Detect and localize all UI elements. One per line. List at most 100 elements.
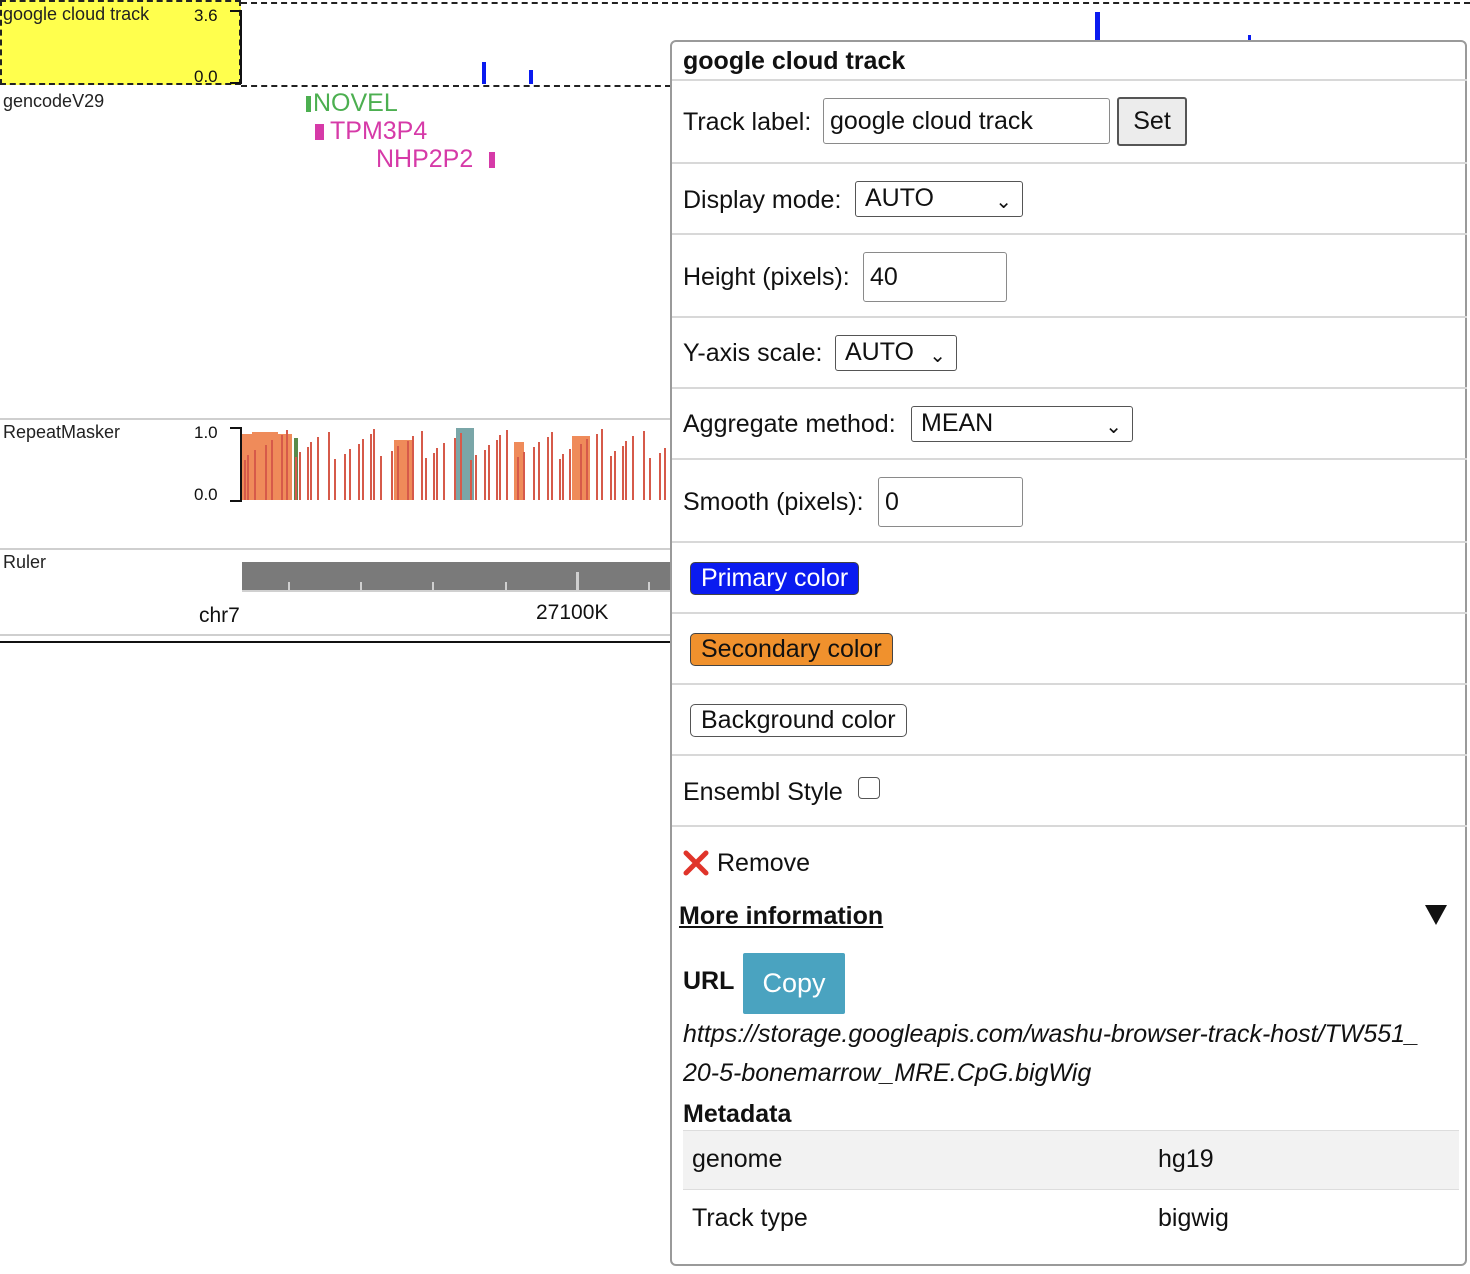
track-label-input[interactable]: google cloud track (823, 98, 1110, 144)
repeat-line (659, 453, 661, 500)
repeat-line (551, 432, 553, 500)
repeat-line (425, 458, 427, 500)
gene-tpm3p4-mark (315, 124, 324, 140)
secondary-color-button[interactable]: Secondary color (690, 633, 893, 666)
aggregate-select[interactable]: MEAN ⌄ (911, 406, 1133, 442)
repeat-line (484, 450, 486, 500)
y-axis-scale-select[interactable]: AUTO ⌄ (835, 335, 957, 371)
repeat-line (328, 432, 330, 500)
repeat-line (317, 437, 319, 500)
gene-nhp2p2[interactable]: NHP2P2 (376, 145, 473, 174)
smooth-input[interactable]: 0 (878, 477, 1023, 527)
smooth-label: Smooth (pixels): (683, 488, 864, 516)
repeat-line (310, 442, 312, 500)
more-information-toggle[interactable]: More information (679, 902, 883, 931)
repeat-line (344, 454, 346, 500)
repeatmasker-track-label: RepeatMasker (3, 422, 121, 442)
selection-border-bottom (241, 85, 671, 87)
height-label: Height (pixels): (683, 263, 850, 291)
repeat-line (475, 455, 477, 500)
gc-axis-line (240, 10, 242, 84)
repeat-line (601, 429, 603, 500)
background-color-button[interactable]: Background color (690, 704, 907, 737)
aggregate-value: MEAN (921, 409, 994, 437)
track-separator (0, 418, 670, 420)
repeat-line (295, 457, 297, 500)
url-text-line2: 20-5-bonemarrow_MRE.CpG.bigWig (683, 1059, 1092, 1087)
repeat-line (271, 440, 273, 500)
repeat-line (454, 438, 456, 500)
gene-novel-mark (306, 96, 311, 112)
rm-axis-min: 0.0 (194, 485, 218, 504)
ensembl-style-label: Ensembl Style (683, 778, 843, 806)
repeat-line (614, 451, 616, 500)
display-mode-value: AUTO (865, 184, 934, 212)
remove-label: Remove (717, 849, 811, 877)
gc-axis-tick-bottom (230, 82, 240, 84)
repeat-line (244, 460, 246, 500)
signal-bar (529, 70, 533, 84)
display-mode-label: Display mode: (683, 186, 842, 214)
set-button[interactable]: Set (1117, 97, 1187, 146)
track-config-panel: google cloud track Track label: google c… (670, 40, 1467, 1266)
repeat-line (362, 439, 364, 500)
repeat-line (569, 449, 571, 500)
repeat-line (307, 447, 309, 500)
primary-color-button[interactable]: Primary color (690, 562, 860, 595)
url-text-line1: https://storage.googleapis.com/washu-bro… (683, 1020, 1419, 1048)
chevron-down-icon: ⌄ (1105, 416, 1122, 438)
rm-axis-tick-top (230, 427, 240, 429)
y-axis-scale-row: Y-axis scale: AUTO ⌄ (672, 318, 1467, 389)
ruler-chrom: chr7 (199, 604, 240, 627)
repeat-line (470, 460, 472, 500)
ensembl-style-row: Ensembl Style (672, 756, 1467, 827)
repeat-line (533, 447, 535, 500)
ensembl-style-checkbox[interactable] (858, 777, 880, 799)
gene-novel[interactable]: NOVEL (313, 89, 398, 118)
gene-tpm3p4[interactable]: TPM3P4 (330, 117, 427, 146)
panel-title: google cloud track (683, 47, 906, 75)
aggregate-row: Aggregate method: MEAN ⌄ (672, 389, 1467, 460)
display-mode-select[interactable]: AUTO ⌄ (855, 181, 1023, 217)
rm-axis-max: 1.0 (194, 423, 218, 442)
gene-nhp2p2-mark (489, 152, 495, 168)
track-separator (0, 634, 670, 636)
track-label-row: Track label: google cloud track Set (672, 81, 1467, 164)
ruler-tick (432, 582, 434, 590)
copy-button[interactable]: Copy (743, 953, 845, 1014)
height-input[interactable]: 40 (863, 252, 1007, 302)
repeat-line (488, 445, 490, 500)
repeat-line (334, 459, 336, 500)
url-label: URL (683, 967, 735, 995)
repeat-line (632, 436, 634, 500)
triangle-down-icon[interactable] (1424, 904, 1448, 926)
repeat-line (664, 448, 666, 500)
aggregate-label: Aggregate method: (683, 410, 896, 438)
ruler-tick-major (576, 572, 579, 590)
gc-axis-tick-top (230, 10, 240, 12)
track-separator (0, 548, 670, 550)
ruler-tick (505, 582, 507, 590)
ruler-track-label: Ruler (3, 552, 47, 572)
metadata-value: bigwig (1158, 1204, 1229, 1232)
panel-header: google cloud track (672, 42, 1467, 81)
repeat-line (460, 433, 462, 500)
repeat-line (349, 449, 351, 500)
metadata-value: hg19 (1158, 1145, 1214, 1173)
metadata-label: Metadata (683, 1100, 792, 1128)
repeat-line (586, 439, 588, 500)
table-row: genome hg19 (683, 1130, 1459, 1190)
ruler-tick (360, 582, 362, 590)
repeat-line (622, 446, 624, 500)
gc-axis-max: 3.6 (194, 6, 218, 25)
background-color-row: Background color (672, 685, 1467, 756)
smooth-row: Smooth (pixels): 0 (672, 460, 1467, 543)
secondary-color-row: Secondary color (672, 614, 1467, 685)
remove-button[interactable]: Remove (683, 847, 823, 883)
repeat-line (643, 431, 645, 500)
repeatmasker-bars (242, 428, 670, 500)
repeat-line (254, 450, 256, 500)
ruler-tick (288, 582, 290, 590)
repeat-line (562, 454, 564, 500)
repeat-line (247, 455, 249, 500)
